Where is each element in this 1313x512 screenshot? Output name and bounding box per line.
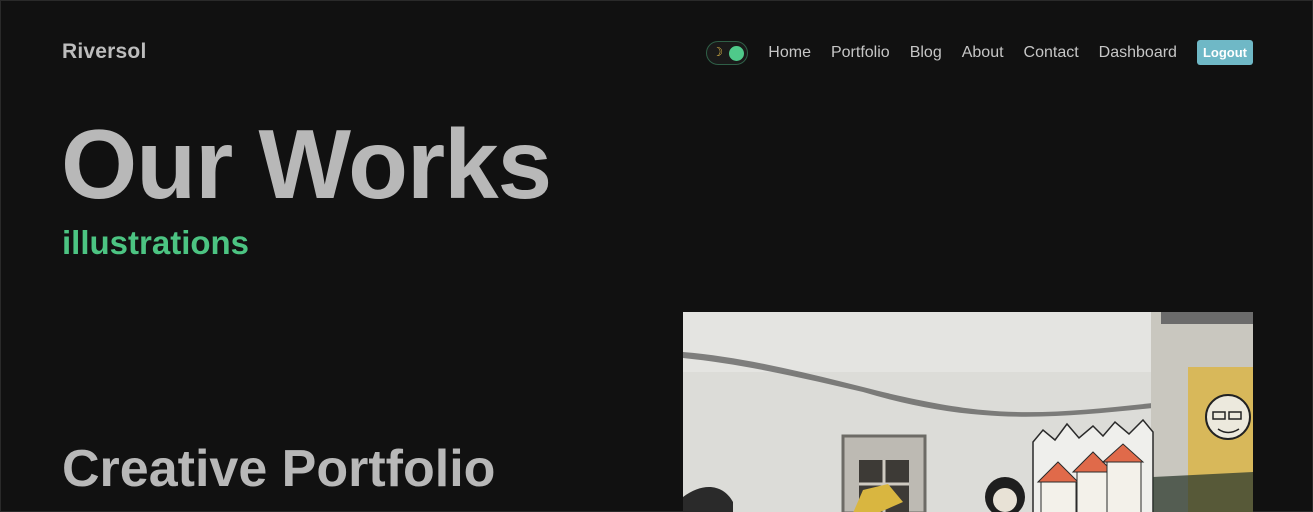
nav-link-about[interactable]: About [962, 44, 1004, 62]
toggle-knob [729, 45, 745, 61]
portfolio-image[interactable] [683, 312, 1253, 512]
page-subtitle: illustrations [62, 224, 250, 261]
nav-link-dashboard[interactable]: Dashboard [1099, 44, 1177, 62]
moon-icon: ☽ [712, 44, 724, 59]
nav-link-portfolio[interactable]: Portfolio [831, 44, 890, 62]
brand-logo[interactable]: Riversol [62, 40, 146, 64]
nav-link-home[interactable]: Home [768, 44, 811, 62]
section-title: Creative Portfolio [62, 440, 496, 498]
nav-menu: ☽ Home Portfolio Blog About Contact Dash… [706, 40, 1253, 65]
street-art-illustration [683, 312, 1253, 512]
theme-toggle[interactable]: ☽ [706, 40, 749, 65]
navbar: Riversol ☽ Home Portfolio Blog About Con… [1, 1, 1313, 101]
logout-button[interactable]: Logout [1196, 40, 1253, 65]
page-title: Our Works [61, 109, 552, 219]
nav-link-blog[interactable]: Blog [910, 44, 942, 62]
nav-link-contact[interactable]: Contact [1024, 44, 1079, 62]
